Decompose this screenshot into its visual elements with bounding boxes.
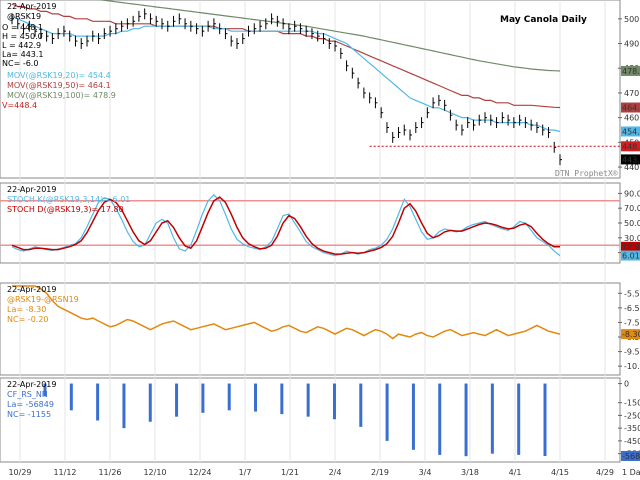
ma50-badge-text: 464.1 — [622, 104, 640, 113]
x-tick-label: 12/10 — [143, 468, 166, 477]
cot-badge-text: -56849 — [622, 452, 640, 461]
cot-last-label: La= -56849 — [7, 400, 54, 409]
y-tick-label: 490.0 — [624, 40, 640, 49]
ma100-badge-text: 478.9 — [622, 67, 640, 76]
y-tick-label: 0 — [624, 380, 629, 389]
y-tick-label: -45000 — [624, 437, 640, 446]
cot-bar — [517, 383, 521, 455]
price-stat-open: O = 448.1 — [2, 23, 43, 32]
x-tick-label: 1/21 — [281, 468, 299, 477]
ma20-label: MOV(@RSK19,20)= 454.4 — [7, 71, 111, 80]
x-tick-label: 3/4 — [419, 468, 432, 477]
ma50-label: MOV(@RSK19,50)= 464.1 — [7, 81, 111, 90]
cot-netchange-label: NC= -1155 — [7, 410, 51, 419]
stoch-k-label: STOCH K(@RSK19,3,14)= 6.01 — [7, 195, 130, 204]
x-axis: 10/29 11/12 11/26 12/10 12/24 1/7 1/21 2/4 2/19 3… — [8, 468, 640, 477]
chart-canvas: 500.0490.0480.0470.0460.0450.0440.090.00… — [0, 0, 640, 477]
y-tick-label: -7.50 — [624, 318, 640, 327]
spread-panel — [0, 282, 621, 376]
cot-bar — [254, 383, 258, 412]
x-tick-label: 12/24 — [188, 468, 211, 477]
cot-bar — [175, 383, 179, 417]
price-stat-netchange: NC= -6.0 — [2, 59, 38, 68]
y-axes: 500.0490.0480.0470.0460.0450.0440.090.00… — [618, 15, 640, 459]
x-tick-label: 11/26 — [98, 468, 121, 477]
x-tick-label: 1/7 — [239, 468, 252, 477]
cot-bar — [438, 383, 442, 455]
stoch-k-badge-text: 6.01 — [622, 252, 640, 261]
y-tick-label: 90.00 — [624, 189, 640, 198]
spread-last-label: La= -8.30 — [7, 305, 46, 314]
cot-bar — [306, 383, 310, 417]
y-tick-label: 50.00 — [624, 219, 640, 228]
y-tick-label: 460.0 — [624, 114, 640, 123]
y-tick-label: -9.50 — [624, 348, 640, 357]
y-tick-label: 30.00 — [624, 234, 640, 243]
y-tick-label: 500.0 — [624, 15, 640, 24]
cot-symbol-label: CF_RS_NN — [7, 390, 48, 399]
price-stat-last: La= 443.1 — [2, 50, 44, 59]
y-tick-label: -6.50 — [624, 304, 640, 313]
y-tick-label: 470.0 — [624, 89, 640, 98]
price-date-label: 22-Apr-2019 — [7, 2, 56, 11]
y-tick-label: -5.50 — [624, 289, 640, 298]
y-tick-label: -15000 — [624, 399, 640, 408]
support-label: V=448.4 — [2, 101, 37, 110]
cot-bar — [227, 383, 231, 411]
chart-title: May Canola Daily — [500, 15, 587, 25]
x-tick-label: 4/29 — [596, 468, 614, 477]
cot-bar — [148, 383, 152, 422]
stoch-d-badge-text: 17.80 — [622, 243, 640, 252]
support-badge-text: 448.4 — [622, 142, 640, 151]
price-stat-low: L = 442.9 — [2, 41, 41, 50]
spread-netchange-label: NC= -0.20 — [7, 315, 49, 324]
x-interval-label: 1 Day — [622, 468, 640, 477]
cot-panel — [0, 377, 621, 463]
y-tick-label: -10.50 — [624, 362, 640, 371]
cot-bar — [69, 383, 73, 411]
spread-symbol-label: @RSK19-@RSN19 — [7, 295, 79, 304]
price-stat-high: H = 450.0 — [2, 32, 43, 41]
y-tick-label: 70.00 — [624, 204, 640, 213]
cot-bar — [490, 383, 494, 454]
price-symbol-label: @RSK19 — [7, 12, 41, 21]
cot-bar — [96, 383, 100, 421]
x-tick-label: 4/1 — [509, 468, 522, 477]
y-tick-label: -35000 — [624, 424, 640, 433]
watermark: DTN ProphetX® — [555, 169, 618, 178]
cot-bar — [359, 383, 363, 427]
cot-bar — [411, 383, 415, 450]
spread-badge-text: -8.30 — [622, 330, 640, 339]
x-tick-label: 10/29 — [8, 468, 31, 477]
x-tick-label: 11/12 — [53, 468, 76, 477]
stoch-d-label: STOCH D(@RSK19,3)= 17.80 — [7, 205, 124, 214]
y-tick-label: -25000 — [624, 411, 640, 420]
cot-bar — [201, 383, 205, 413]
ma20-badge-text: 454.4 — [622, 127, 640, 136]
cot-bar — [464, 383, 468, 457]
x-tick-label: 4/15 — [551, 468, 569, 477]
cot-bar — [122, 383, 126, 429]
stoch-date-label: 22-Apr-2019 — [7, 185, 56, 194]
last-price-badge-text: 443.1 — [622, 155, 640, 164]
cot-bar — [385, 383, 389, 441]
ma100-label: MOV(@RSK19,100)= 478.9 — [7, 91, 116, 100]
y-tick-label: 440.0 — [624, 163, 640, 172]
cot-bar — [332, 383, 336, 420]
cot-bar — [280, 383, 284, 415]
x-tick-label: 3/18 — [461, 468, 479, 477]
cot-date-label: 22-Apr-2019 — [7, 380, 56, 389]
x-tick-label: 2/19 — [371, 468, 389, 477]
x-tick-label: 2/4 — [329, 468, 342, 477]
cot-bar — [543, 383, 547, 456]
spread-date-label: 22-Apr-2019 — [7, 285, 56, 294]
